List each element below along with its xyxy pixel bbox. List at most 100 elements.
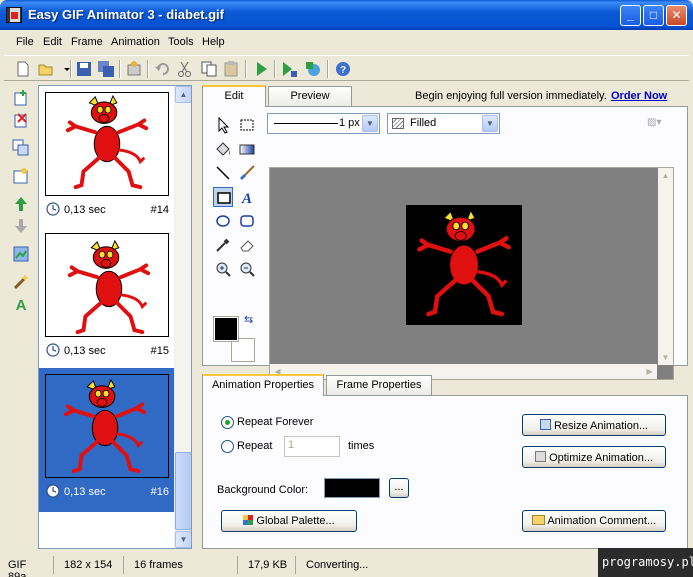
background-color-label: Background Color:	[217, 484, 309, 496]
tab-animation-properties[interactable]: Animation Properties	[202, 374, 324, 396]
scroll-down-icon[interactable]: ▼	[658, 350, 673, 365]
scroll-up-button[interactable]: ▲	[175, 86, 191, 103]
help-icon[interactable]: ?	[334, 60, 352, 78]
frame-delay[interactable]: 0,13 sec	[64, 486, 106, 498]
canvas-image[interactable]	[406, 205, 522, 325]
play-from-frame-icon[interactable]	[280, 60, 298, 78]
cut-icon[interactable]	[176, 60, 194, 78]
new-file-icon[interactable]	[14, 60, 32, 78]
rounded-rectangle-tool-icon[interactable]	[237, 211, 257, 231]
close-button[interactable]: ✕	[666, 5, 687, 26]
line-width-select[interactable]: 1 px ▼	[267, 113, 380, 134]
rectangle-tool-icon[interactable]	[213, 187, 233, 207]
chevron-down-icon[interactable]: ▼	[362, 115, 378, 132]
frame-number: #14	[150, 204, 169, 216]
frame-toolbar: A	[8, 85, 34, 550]
tab-edit[interactable]: Edit	[202, 85, 266, 107]
menu-tools[interactable]: Tools	[168, 36, 194, 48]
undo-icon[interactable]	[154, 60, 172, 78]
animation-comment-button[interactable]: Animation Comment...	[522, 510, 666, 532]
effects-wand-icon[interactable]	[12, 273, 30, 291]
fill-style-select[interactable]: Filled ▼	[387, 113, 500, 134]
frames-panel: 0,13 sec #14 0,13 sec #15 0,13 sec #16 ▲…	[38, 85, 192, 549]
resize-image-icon[interactable]	[12, 245, 30, 263]
open-dropdown-icon[interactable]	[58, 60, 70, 78]
clock-icon[interactable]	[46, 484, 60, 498]
zoom-in-icon[interactable]	[213, 259, 233, 279]
play-icon[interactable]	[252, 60, 270, 78]
status-bar: GIF 89a 182 x 154 16 frames 17,9 KB Conv…	[0, 556, 693, 577]
insert-image-icon[interactable]	[12, 167, 30, 185]
eraser-tool-icon[interactable]	[237, 235, 257, 255]
select-rectangle-tool-icon[interactable]	[237, 115, 257, 135]
global-palette-button[interactable]: Global Palette...	[221, 510, 357, 532]
frame-thumbnail	[45, 374, 169, 478]
paste-icon[interactable]	[222, 60, 240, 78]
repeat-radio[interactable]	[221, 440, 234, 453]
promo-text: Begin enjoying full version immediately.	[415, 90, 607, 102]
frame-item-16-selected[interactable]: 0,13 sec #16	[39, 368, 175, 512]
gradient-tool-icon[interactable]	[237, 139, 257, 159]
pointer-tool-icon[interactable]	[213, 115, 233, 135]
frame-delay[interactable]: 0,13 sec	[64, 345, 106, 357]
maximize-button[interactable]: □	[643, 5, 664, 26]
scroll-down-button[interactable]: ▼	[175, 531, 191, 548]
background-color-swatch[interactable]	[231, 338, 255, 362]
status-frames: 16 frames	[128, 556, 238, 574]
scroll-up-icon[interactable]: ▲	[658, 168, 673, 183]
resize-animation-button[interactable]: Resize Animation...	[522, 414, 666, 436]
copy-icon[interactable]	[200, 60, 218, 78]
move-down-icon[interactable]	[12, 217, 30, 235]
text-banner-icon[interactable]: A	[12, 295, 30, 314]
text-tool-icon[interactable]: A	[237, 187, 257, 207]
delete-frame-icon[interactable]	[12, 111, 30, 129]
save-icon[interactable]	[75, 60, 93, 78]
image-menu-icon[interactable]: ▨▾	[647, 117, 669, 131]
move-up-icon[interactable]	[12, 195, 30, 213]
zoom-out-icon[interactable]	[237, 259, 257, 279]
background-color-box[interactable]	[324, 478, 380, 498]
canvas-area[interactable]: ▲ ▼ ◀ ▶	[269, 167, 674, 380]
foreground-color-swatch[interactable]	[213, 316, 239, 342]
repeat-count-input[interactable]: 1	[284, 436, 340, 457]
brush-tool-icon[interactable]	[237, 163, 257, 183]
chevron-down-icon[interactable]: ▼	[482, 115, 498, 132]
tab-preview[interactable]: Preview	[268, 86, 352, 106]
properties-panel: Animation Properties Frame Properties Re…	[202, 374, 688, 549]
frame-item-14[interactable]: 0,13 sec #14	[39, 86, 175, 226]
frame-thumbnail	[45, 92, 169, 196]
color-picker-tool-icon[interactable]	[213, 235, 233, 255]
canvas-vertical-scrollbar[interactable]: ▲ ▼	[658, 168, 673, 365]
folder-icon	[531, 515, 545, 525]
preview-browser-icon[interactable]	[304, 60, 322, 78]
menu-frame[interactable]: Frame	[71, 36, 103, 48]
frame-delay[interactable]: 0,13 sec	[64, 204, 106, 216]
order-now-link[interactable]: Order Now	[611, 90, 667, 102]
menu-animation[interactable]: Animation	[111, 36, 160, 48]
clock-icon[interactable]	[46, 202, 60, 216]
menu-edit[interactable]: Edit	[43, 36, 62, 48]
duplicate-frame-icon[interactable]	[12, 139, 30, 157]
repeat-label[interactable]: Repeat	[237, 440, 272, 452]
line-width-value: 1 px	[339, 117, 360, 129]
open-folder-icon[interactable]	[37, 60, 55, 78]
ellipse-tool-icon[interactable]	[213, 211, 233, 231]
repeat-forever-radio[interactable]	[221, 416, 234, 429]
fill-bucket-tool-icon[interactable]	[213, 139, 233, 159]
clock-icon[interactable]	[46, 343, 60, 357]
add-frame-icon[interactable]	[12, 89, 30, 107]
tab-frame-properties[interactable]: Frame Properties	[326, 375, 432, 395]
wizard-icon[interactable]	[125, 60, 143, 78]
repeat-forever-label[interactable]: Repeat Forever	[237, 416, 313, 428]
minimize-button[interactable]: _	[620, 5, 641, 26]
line-tool-icon[interactable]	[213, 163, 233, 183]
swap-colors-icon[interactable]: ⇆	[244, 313, 253, 326]
frames-scrollbar[interactable]: ▲ ▼	[174, 86, 191, 548]
frame-item-15[interactable]: 0,13 sec #15	[39, 227, 175, 367]
save-all-icon[interactable]	[97, 60, 115, 78]
menu-file[interactable]: File	[16, 36, 34, 48]
scroll-thumb[interactable]	[175, 452, 191, 530]
browse-color-button[interactable]: ...	[389, 478, 409, 498]
menu-help[interactable]: Help	[202, 36, 225, 48]
optimize-animation-button[interactable]: Optimize Animation...	[522, 446, 666, 468]
